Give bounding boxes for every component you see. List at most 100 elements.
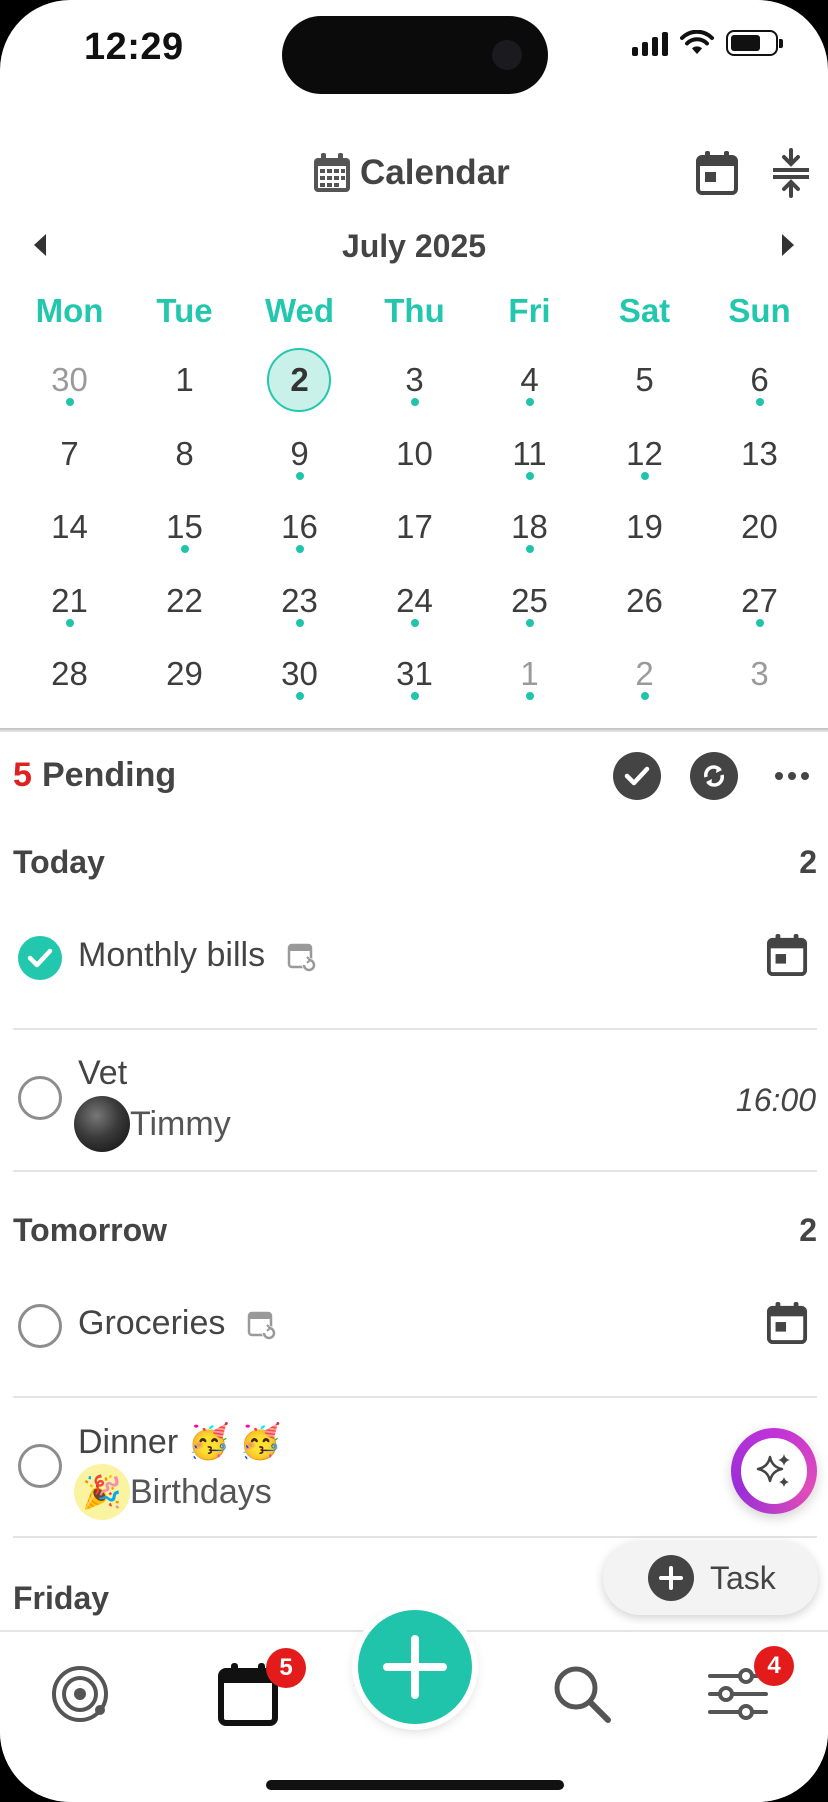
calendar-day[interactable]: 27 (702, 571, 817, 645)
task-time: 16:00 (735, 1082, 816, 1118)
search-icon (554, 1666, 611, 1723)
divider (13, 1536, 817, 1538)
calendar-day[interactable]: 10 (357, 424, 472, 498)
cellular-signal-icon (632, 30, 668, 56)
task-vet[interactable]: Vet Timmy 16:00 (0, 1046, 828, 1164)
task-title-row: Groceries (78, 1304, 277, 1343)
weekday-label: Sun (728, 292, 791, 329)
collapse-calendar-button[interactable] (766, 148, 816, 198)
section-title: Today (13, 844, 105, 880)
camera (492, 40, 522, 70)
calendar-day[interactable]: 20 (702, 497, 817, 571)
weekday-label: Tue (156, 292, 213, 329)
calendar-day[interactable]: 30 (242, 644, 357, 718)
header-title: Calendar (312, 152, 510, 194)
calendar-day[interactable]: 26 (587, 571, 702, 645)
calendar-day[interactable]: 19 (587, 497, 702, 571)
event-dot (181, 545, 189, 553)
task-title: Monthly bills (78, 936, 266, 974)
phone-screen: 12:29 Calendar July 2025 Mon Tue Wed Thu… (0, 0, 828, 1802)
calendar-day[interactable]: 8 (127, 424, 242, 498)
calendar-day[interactable]: 1 (127, 350, 242, 424)
event-dot (526, 618, 534, 627)
day-number: 2 (290, 361, 309, 398)
ai-button-inner (741, 1438, 807, 1504)
section-title: Friday (13, 1580, 110, 1616)
day-number: 3 (750, 655, 769, 692)
section-count: 2 (799, 844, 817, 880)
calendar-day[interactable]: 5 (587, 350, 702, 424)
calendar-day[interactable]: 6 (702, 350, 817, 424)
calendar-grid-icon (314, 153, 350, 192)
calendar-day[interactable]: 13 (702, 424, 817, 498)
task-checkbox[interactable] (18, 1076, 62, 1120)
task-dinner[interactable]: Dinner 🥳 🥳 🎉 Birthdays (0, 1414, 828, 1532)
calendar-day[interactable]: 11 (472, 424, 587, 498)
task-groceries[interactable]: Groceries (0, 1288, 828, 1398)
ai-assistant-button[interactable] (731, 1428, 817, 1514)
calendar-day[interactable]: 25 (472, 571, 587, 645)
task-monthly-bills[interactable]: Monthly bills (0, 920, 828, 1030)
calendar-day[interactable]: 9 (242, 424, 357, 498)
go-to-today-button[interactable] (692, 148, 742, 198)
event-dot (296, 471, 304, 480)
calendar-day[interactable]: 17 (357, 497, 472, 571)
calendar-event-icon[interactable] (766, 932, 808, 978)
more-options-button[interactable] (768, 752, 816, 800)
nav-calendar[interactable]: 5 (208, 1648, 306, 1734)
event-dot (296, 545, 304, 553)
calendar-day[interactable]: 7 (12, 424, 127, 498)
task-checkbox[interactable] (18, 1304, 62, 1348)
party-popper-icon: 🎉 (74, 1464, 130, 1520)
nav-search[interactable] (542, 1654, 622, 1734)
day-number: 20 (741, 508, 778, 545)
quick-add-button[interactable] (358, 1610, 472, 1724)
calendar-day[interactable]: 28 (12, 644, 127, 718)
sync-button[interactable] (690, 752, 738, 800)
event-dot (641, 471, 649, 480)
event-dot (66, 398, 74, 406)
show-completed-button[interactable] (613, 752, 661, 800)
calendar-day[interactable]: 15 (127, 497, 242, 571)
task-list-name: Timmy (130, 1104, 231, 1143)
collapse-icon (773, 148, 809, 198)
nav-overview[interactable] (40, 1654, 120, 1734)
weekday-label: Sat (618, 292, 671, 329)
calendar-day[interactable]: 14 (12, 497, 127, 571)
calendar-day[interactable]: 2 (587, 644, 702, 718)
calendar-day[interactable]: 21 (12, 571, 127, 645)
calendar-day[interactable]: 3 (702, 644, 817, 718)
day-number: 13 (741, 434, 778, 472)
day-number: 1 (175, 361, 194, 398)
event-dot (641, 692, 649, 700)
task-checkbox[interactable] (18, 1444, 62, 1488)
task-title: Groceries (78, 1304, 226, 1342)
next-month-button[interactable] (782, 234, 794, 256)
calendar-day[interactable]: 30 (12, 350, 127, 424)
calendar-day[interactable]: 3 (357, 350, 472, 424)
calendar-day[interactable]: 31 (357, 644, 472, 718)
calendar-day[interactable]: 23 (242, 571, 357, 645)
section-today: Today 2 (13, 844, 817, 890)
calendar-day[interactable]: 1 (472, 644, 587, 718)
wifi-icon (680, 30, 714, 54)
section-tomorrow: Tomorrow 2 (13, 1212, 817, 1258)
calendar-day[interactable]: 4 (472, 350, 587, 424)
add-task-button[interactable]: Task (603, 1541, 818, 1615)
calendar-day[interactable]: 22 (127, 571, 242, 645)
calendar-grid: 30 1 2 3 4 5 6 7 8 9 10 11 12 13 14 15 16 17 18 19 20 21 22 23 2… (12, 348, 818, 718)
event-dot (411, 618, 419, 627)
calendar-day[interactable]: 24 (357, 571, 472, 645)
calendar-day-selected[interactable]: 2 (242, 348, 357, 424)
task-list-tag: 🎉 Birthdays (74, 1464, 272, 1520)
calendar-day[interactable]: 12 (587, 424, 702, 498)
calendar-day[interactable]: 16 (242, 497, 357, 571)
weekday-label: Fri (508, 292, 551, 329)
calendar-day[interactable]: 29 (127, 644, 242, 718)
nav-settings[interactable]: 4 (698, 1646, 794, 1734)
calendar-event-icon[interactable] (766, 1300, 808, 1346)
calendar-day[interactable]: 18 (472, 497, 587, 571)
day-number: 7 (60, 434, 79, 472)
add-task-label: Task (710, 1559, 776, 1596)
task-checkbox-checked[interactable] (18, 936, 62, 980)
